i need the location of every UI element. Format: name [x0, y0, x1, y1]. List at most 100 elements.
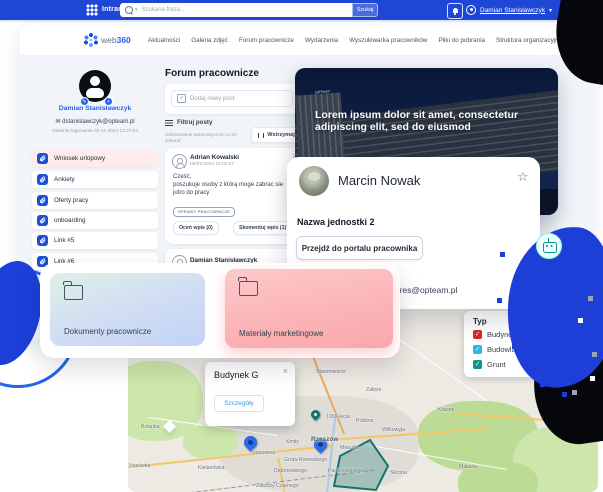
- forum-post: Adrian Kowalski 05/01/2024 15:00:07 ⋮ Cz…: [165, 148, 300, 244]
- new-post-input[interactable]: Dodaj nowy post: [171, 90, 293, 107]
- search-icon: [125, 6, 133, 14]
- compose-icon: [177, 94, 186, 103]
- post-tag-badge[interactable]: SPRAWY PRACOWNICZE: [173, 200, 235, 218]
- web360-logo[interactable]: web360: [101, 35, 131, 45]
- sidebar-item-label: Ankiety: [54, 176, 75, 183]
- nav-item-galeria[interactable]: Galeria zdjęć: [191, 37, 228, 44]
- details-button[interactable]: Szczegóły: [214, 395, 264, 412]
- sidebar-item-label: Oferty pracy: [54, 197, 88, 204]
- nav-item-struktura[interactable]: Struktura organizacyjna: [496, 37, 562, 44]
- employee-name: Marcin Nowak: [338, 173, 420, 188]
- checkbox-budowla[interactable]: ✓: [473, 345, 482, 354]
- post-author[interactable]: Adrian Kowalski: [190, 154, 239, 161]
- legend-title: Typ: [473, 317, 487, 326]
- legend-item-grunt: ✓ Grunt: [473, 360, 506, 369]
- chatbot-robot-icon[interactable]: [536, 233, 562, 259]
- employee-avatar: [299, 166, 329, 196]
- paperclip-icon: [37, 153, 48, 164]
- sidebar-item-wniosek-urlopowy[interactable]: Wniosek urlopowy: [32, 150, 158, 167]
- search-button[interactable]: Szukaj: [352, 3, 378, 17]
- bell-icon: [452, 8, 459, 15]
- search-scope-chevron-icon[interactable]: ▾: [135, 7, 138, 13]
- pencil-icon: ✎: [82, 99, 86, 105]
- envelope-icon: ✉: [55, 119, 60, 125]
- sidebar-item-label: Wniosek urlopowy: [54, 155, 105, 162]
- map-label: Rzeszów: [311, 436, 338, 443]
- map-label: 1000-lecia: [326, 414, 350, 420]
- decoration-pixel: [588, 296, 593, 301]
- logo-360-text: 360: [117, 35, 131, 45]
- map-label: Staroniwa: [252, 450, 275, 456]
- hero-headline: Lorem ipsum dolor sit amet, consectetur …: [315, 110, 547, 133]
- map-label: Załęże: [366, 387, 382, 393]
- nav-item-wydarzenia[interactable]: Wydarzenia: [305, 37, 338, 44]
- autorefresh-text: Odświeżanie automatyczne co 60 sekund: [165, 133, 251, 145]
- post-body: poszukuje osoby z którą moge zabrac sie …: [173, 182, 291, 197]
- decoration-pixel: [578, 318, 583, 323]
- folder-icon: [239, 281, 258, 296]
- folders-panel: Dokumenty pracownicze Materiały marketin…: [40, 263, 400, 358]
- search-input[interactable]: ▾ Szukana fraza...: [120, 3, 352, 17]
- checkbox-grunt[interactable]: ✓: [473, 360, 482, 369]
- web360-logo-icon: [84, 33, 98, 47]
- comment-post-button[interactable]: Skomentuj wpis (1): [233, 221, 292, 235]
- decoration-pixel: [592, 352, 597, 357]
- sidebar-item-oferty-pracy[interactable]: Oferty pracy: [32, 192, 158, 209]
- page: Intranet pracowniczy ▾ Szukana fraza... …: [0, 0, 603, 492]
- logo-web-text: web: [101, 35, 117, 45]
- employee-portal-button[interactable]: Przejdź do portalu pracownika: [296, 236, 423, 260]
- robot-head: [543, 242, 557, 253]
- nav-item-wyszukiwarka[interactable]: Wyszukiwarka pracowników: [349, 37, 427, 44]
- sidebar-user-name[interactable]: Damian Stanisławczyk: [32, 105, 158, 112]
- decoration-pixel: [540, 382, 545, 387]
- sidebar-item-label: Link #5: [54, 237, 74, 244]
- sidebar-item-ankiety[interactable]: Ankiety: [32, 171, 158, 188]
- folder-materialy-marketingowe[interactable]: Materiały marketingowe: [225, 269, 393, 348]
- nav-item-pliki[interactable]: Pliki do pobrania: [438, 37, 485, 44]
- close-icon[interactable]: ×: [283, 366, 288, 376]
- folder-icon: [64, 285, 83, 300]
- decoration-pixel: [572, 390, 577, 395]
- map-label: Pobitno: [356, 418, 374, 424]
- map-label: Mieszka: [340, 445, 359, 451]
- pause-label: Wstrzymaj: [267, 132, 295, 138]
- folder-label: Dokumenty pracownicze: [64, 327, 151, 336]
- map-parcel-polygon[interactable]: [328, 438, 392, 492]
- decoration-pixel: [562, 392, 567, 397]
- user-menu-chevron-icon[interactable]: ▾: [549, 7, 552, 14]
- topbar-user-menu[interactable]: Damian Stanisławczyk: [480, 7, 545, 14]
- checkbox-budynek[interactable]: ✓: [473, 330, 482, 339]
- legend-label: Grunt: [487, 360, 506, 369]
- plus-icon: +: [107, 99, 110, 105]
- post-author-avatar: [172, 154, 187, 169]
- decoration-pixel: [500, 252, 505, 257]
- sidebar-item-link5[interactable]: Link #5: [32, 232, 158, 249]
- tag-label: SPRAWY PRACOWNICZE: [173, 207, 235, 217]
- nav-item-aktualnosci[interactable]: Aktualności: [148, 37, 180, 44]
- sidebar-user-email[interactable]: ✉ dstanislawczyk@opteam.pl: [32, 118, 158, 125]
- rate-post-button[interactable]: Oceń wpis (0): [173, 221, 219, 235]
- new-post-placeholder: Dodaj nowy post: [190, 96, 234, 102]
- user-avatar-icon: [466, 5, 476, 15]
- employee-email: adres@opteam.pl: [390, 285, 457, 295]
- favorite-star-icon[interactable]: ☆: [517, 169, 529, 185]
- map-popup: Budynek G × Szczegóły: [205, 362, 295, 426]
- compose-post-card: Dodaj nowy post: [165, 84, 300, 114]
- decoration-pixel: [590, 376, 595, 381]
- map-label: Zawiszy Czarnego: [256, 483, 299, 489]
- folder-dokumenty-pracownicze[interactable]: Dokumenty pracownicze: [50, 273, 205, 346]
- map-label: Grota-Roweckiego: [284, 457, 327, 463]
- filter-posts-button[interactable]: Filtruj posty: [165, 119, 212, 126]
- map-label: Dąbrowskiego: [274, 468, 307, 474]
- notifications-button[interactable]: [447, 3, 463, 19]
- paperclip-icon: [37, 235, 48, 246]
- post-greeting: Cześć,: [173, 174, 191, 182]
- decoration-pixel: [497, 298, 502, 303]
- map-label: Krasne: [438, 407, 454, 413]
- legend-item-budowla: ✓ Budowla: [473, 345, 516, 354]
- folder-label: Materiały marketingowe: [239, 329, 323, 338]
- sidebar-item-onboarding[interactable]: onboarding: [32, 212, 158, 229]
- decoration-pixel: [512, 344, 517, 349]
- nav-item-forum[interactable]: Forum pracownicze: [239, 37, 294, 44]
- paperclip-icon: [37, 174, 48, 185]
